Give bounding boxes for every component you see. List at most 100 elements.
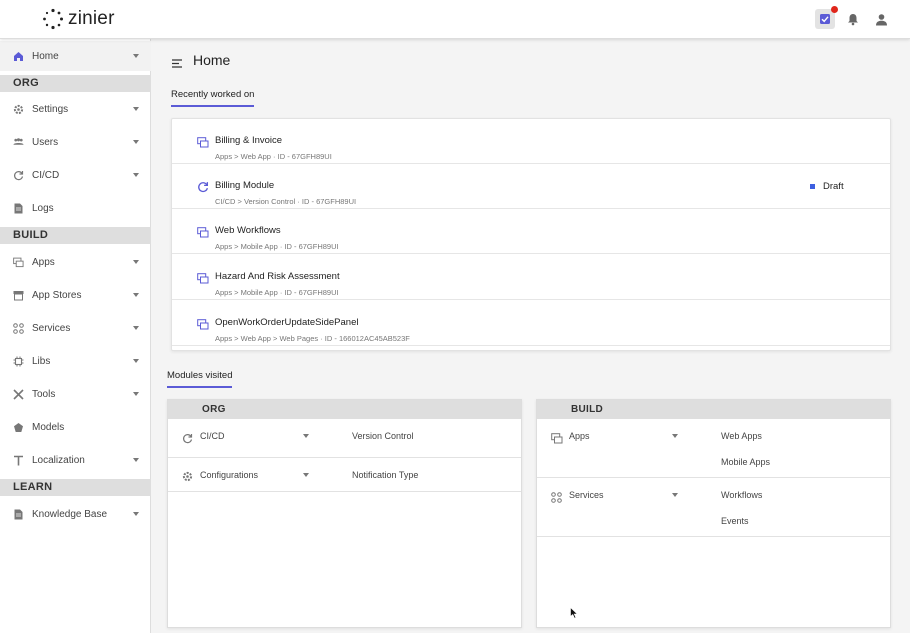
apps-icon (13, 257, 24, 268)
file-icon (13, 203, 24, 214)
sidebar-item-label: App Stores (32, 289, 82, 301)
sidebar-item-knowledge-base[interactable]: Knowledge Base (0, 499, 151, 529)
tasks-icon[interactable] (815, 6, 838, 29)
sidebar-item-home[interactable]: Home (0, 41, 151, 71)
sidebar-item-label: Knowledge Base (32, 508, 108, 520)
list-item[interactable]: Billing Module CI/CD > Version Control ·… (172, 164, 890, 209)
services-icon (551, 490, 562, 503)
chevron-down-icon[interactable] (133, 512, 139, 516)
refresh-icon (13, 170, 24, 181)
sidebar-item-logs[interactable]: Logs (0, 193, 151, 223)
chevron-down-icon[interactable] (303, 473, 309, 477)
pentagon-icon (13, 422, 24, 433)
logo-icon (43, 8, 63, 30)
sidebar-item-libs[interactable]: Libs (0, 346, 151, 376)
module-label: Apps (569, 431, 590, 441)
chevron-down-icon[interactable] (133, 107, 139, 111)
app-icon (197, 135, 209, 148)
status-badge: Draft (810, 181, 844, 192)
module-link[interactable]: Mobile Apps (721, 457, 770, 467)
status-dot (810, 184, 815, 189)
services-icon (13, 322, 24, 334)
list-item[interactable]: Billing & Invoice Apps > Web App · ID - … (172, 119, 890, 164)
list-item[interactable]: Web Workflows Apps > Mobile App · ID - 6… (172, 209, 890, 254)
recent-list: Billing & Invoice Apps > Web App · ID - … (171, 118, 891, 351)
chevron-down-icon[interactable] (133, 326, 139, 330)
sidebar-item-users[interactable]: Users (0, 127, 151, 157)
sidebar: Home ORG Settings Users CI/CD Logs BUILD… (0, 39, 151, 633)
item-title: OpenWorkOrderUpdateSidePanel (215, 317, 359, 328)
bell-icon[interactable] (843, 9, 863, 29)
modules-card-org: ORG CI/CD Version Control Configurations… (167, 399, 522, 628)
chevron-down-icon[interactable] (133, 260, 139, 264)
section-header-learn: LEARN (0, 479, 151, 496)
chevron-down-icon[interactable] (672, 434, 678, 438)
sidebar-item-label: Models (32, 421, 65, 433)
item-title: Billing Module (215, 180, 275, 191)
sidebar-item-models[interactable]: Models (0, 412, 151, 442)
status-text: Draft (823, 181, 844, 192)
item-title: Billing & Invoice (215, 135, 283, 146)
module-link[interactable]: Events (721, 516, 749, 526)
chevron-down-icon[interactable] (133, 293, 139, 297)
sidebar-item-cicd[interactable]: CI/CD (0, 160, 151, 190)
text-icon (13, 455, 24, 466)
chevron-down-icon[interactable] (133, 140, 139, 144)
sidebar-item-settings[interactable]: Settings (0, 94, 151, 124)
book-icon (13, 509, 24, 520)
chevron-down-icon[interactable] (133, 392, 139, 396)
sidebar-item-label: Apps (32, 256, 55, 268)
chevron-down-icon[interactable] (303, 434, 309, 438)
refresh-icon (182, 431, 193, 444)
item-path: Apps > Web App · ID - 67GFH89UI (215, 152, 332, 161)
chevron-down-icon[interactable] (133, 458, 139, 462)
module-link[interactable]: Version Control (352, 431, 414, 441)
chevron-down-icon[interactable] (133, 359, 139, 363)
sidebar-item-app-stores[interactable]: App Stores (0, 280, 151, 310)
card-header: ORG (168, 400, 521, 419)
sidebar-item-label: CI/CD (32, 169, 60, 181)
app-icon (197, 225, 209, 238)
users-icon (13, 137, 24, 148)
module-link[interactable]: Web Apps (721, 431, 762, 441)
notification-dot (831, 6, 838, 13)
app-icon (197, 271, 209, 284)
module-label: Services (569, 490, 604, 500)
list-item[interactable]: OpenWorkOrderUpdateSidePanel Apps > Web … (172, 301, 890, 346)
item-title: Hazard And Risk Assessment (215, 271, 340, 282)
module-label: CI/CD (200, 431, 225, 441)
store-icon (13, 290, 24, 301)
sidebar-item-label: Tools (32, 388, 56, 400)
top-bar: zinier (0, 0, 910, 39)
chevron-down-icon[interactable] (133, 54, 139, 58)
module-link[interactable]: Workflows (721, 490, 762, 500)
chevron-down-icon[interactable] (672, 493, 678, 497)
sidebar-item-apps[interactable]: Apps (0, 247, 151, 277)
sidebar-item-label: Localization (32, 454, 85, 466)
logo[interactable]: zinier (42, 8, 115, 30)
module-row[interactable]: Services Workflows Events (537, 478, 890, 537)
module-row[interactable]: Configurations Notification Type (168, 458, 521, 492)
menu-icon[interactable] (172, 55, 182, 68)
module-row[interactable]: CI/CD Version Control (168, 419, 521, 458)
module-label: Configurations (200, 470, 259, 480)
list-item[interactable]: Hazard And Risk Assessment Apps > Mobile… (172, 255, 890, 300)
sidebar-item-label: Settings (32, 103, 69, 115)
tab-recently-worked-on[interactable]: Recently worked on (171, 89, 255, 107)
sidebar-item-localization[interactable]: Localization (0, 445, 151, 475)
chevron-down-icon[interactable] (133, 173, 139, 177)
modules-card-build: BUILD Apps Web Apps Mobile Apps Services… (536, 399, 891, 628)
sidebar-item-label: Services (32, 322, 71, 334)
module-link[interactable]: Notification Type (352, 470, 418, 480)
sidebar-item-tools[interactable]: Tools (0, 379, 151, 409)
tab-modules-visited[interactable]: Modules visited (167, 370, 233, 388)
item-path: CI/CD > Version Control · ID - 67GFH89UI (215, 197, 357, 206)
module-row[interactable]: Apps Web Apps Mobile Apps (537, 419, 890, 478)
logo-text: zinier (68, 8, 115, 29)
home-icon (13, 51, 24, 62)
user-icon[interactable] (871, 9, 891, 29)
page-title: Home (193, 52, 231, 68)
gear-icon (182, 469, 193, 482)
sidebar-item-services[interactable]: Services (0, 313, 151, 343)
item-path: Apps > Mobile App · ID - 67GFH89UI (215, 288, 339, 297)
